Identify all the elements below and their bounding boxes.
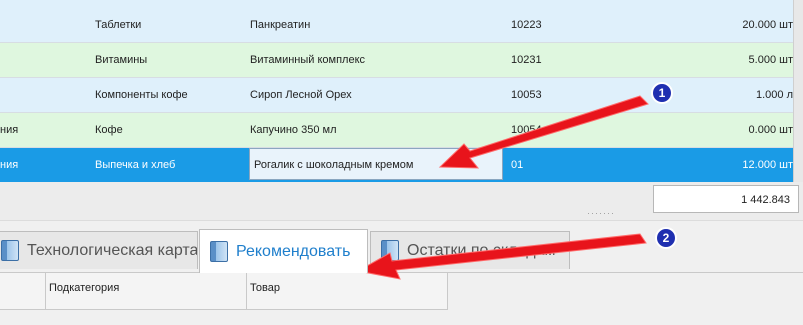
- tab-bar: Технологическая карта Рекомендовать Оста…: [0, 222, 803, 273]
- code-cell: 01: [511, 159, 524, 171]
- subcategory-cell: Кофе: [95, 124, 123, 136]
- subcategory-cell: Таблетки: [95, 19, 142, 31]
- quantity-cell: 1.000 л: [755, 89, 793, 101]
- column-header-product[interactable]: Товар: [247, 273, 447, 309]
- vertical-scrollbar[interactable]: [793, 0, 803, 182]
- book-icon: [381, 240, 399, 262]
- resize-handle[interactable]: ·······: [587, 208, 615, 218]
- category-cell: ния: [0, 159, 19, 171]
- total-quantity: 1 442.843: [653, 185, 799, 213]
- table-row[interactable]: Компоненты кофе Сироп Лесной Орех 10053 …: [0, 78, 793, 113]
- book-icon: [1, 240, 19, 262]
- code-cell: 10223: [511, 19, 542, 31]
- subcategory-cell: Компоненты кофе: [95, 89, 188, 101]
- table-row-selected[interactable]: ния Выпечка и хлеб Рогалик с шоколадным …: [0, 148, 793, 183]
- product-cell: Панкреатин: [250, 19, 311, 31]
- quantity-cell: 5.000 шт: [748, 54, 793, 66]
- table-row[interactable]: Таблетки Панкреатин 10223 20.000 шт: [0, 8, 793, 43]
- summary-bar: ······· 1 442.843: [0, 182, 803, 221]
- quantity-cell: 0.000 шт: [748, 124, 793, 136]
- category-cell: [0, 8, 88, 42]
- tab-label: Технологическая карта: [27, 242, 198, 259]
- detail-table-header: Подкатегория Товар: [0, 273, 448, 310]
- subcategory-cell: Выпечка и хлеб: [95, 159, 176, 171]
- code-cell: 10231: [511, 54, 542, 66]
- category-cell: [0, 78, 88, 112]
- product-cell-editing[interactable]: Рогалик с шоколадным кремом: [249, 148, 503, 180]
- column-header-subcategory[interactable]: Подкатегория: [46, 273, 247, 309]
- quantity-cell: 20.000 шт: [742, 19, 793, 31]
- category-cell: [0, 43, 88, 77]
- code-cell: 10053: [511, 89, 542, 101]
- column-header[interactable]: [0, 273, 46, 309]
- table-row[interactable]: Витамины Витаминный комплекс 10231 5.000…: [0, 43, 793, 78]
- product-cell: Сироп Лесной Орех: [250, 89, 352, 101]
- product-cell: Витаминный комплекс: [250, 54, 366, 66]
- subcategory-cell: Витамины: [95, 54, 148, 66]
- code-cell: 10054: [511, 124, 542, 136]
- tab-tech-card[interactable]: Технологическая карта: [0, 231, 198, 269]
- category-cell: ния: [0, 124, 19, 136]
- tab-label: Остатки по складам: [407, 242, 556, 259]
- product-cell: Капучино 350 мл: [250, 124, 337, 136]
- tab-label: Рекомендовать: [236, 243, 351, 260]
- table-row[interactable]: ния Кофе Капучино 350 мл 10054 0.000 шт: [0, 113, 793, 148]
- quantity-cell: 12.000 шт: [742, 159, 793, 171]
- book-icon: [210, 241, 228, 263]
- tab-recommend[interactable]: Рекомендовать: [199, 229, 368, 273]
- tab-stock[interactable]: Остатки по складам: [370, 231, 570, 269]
